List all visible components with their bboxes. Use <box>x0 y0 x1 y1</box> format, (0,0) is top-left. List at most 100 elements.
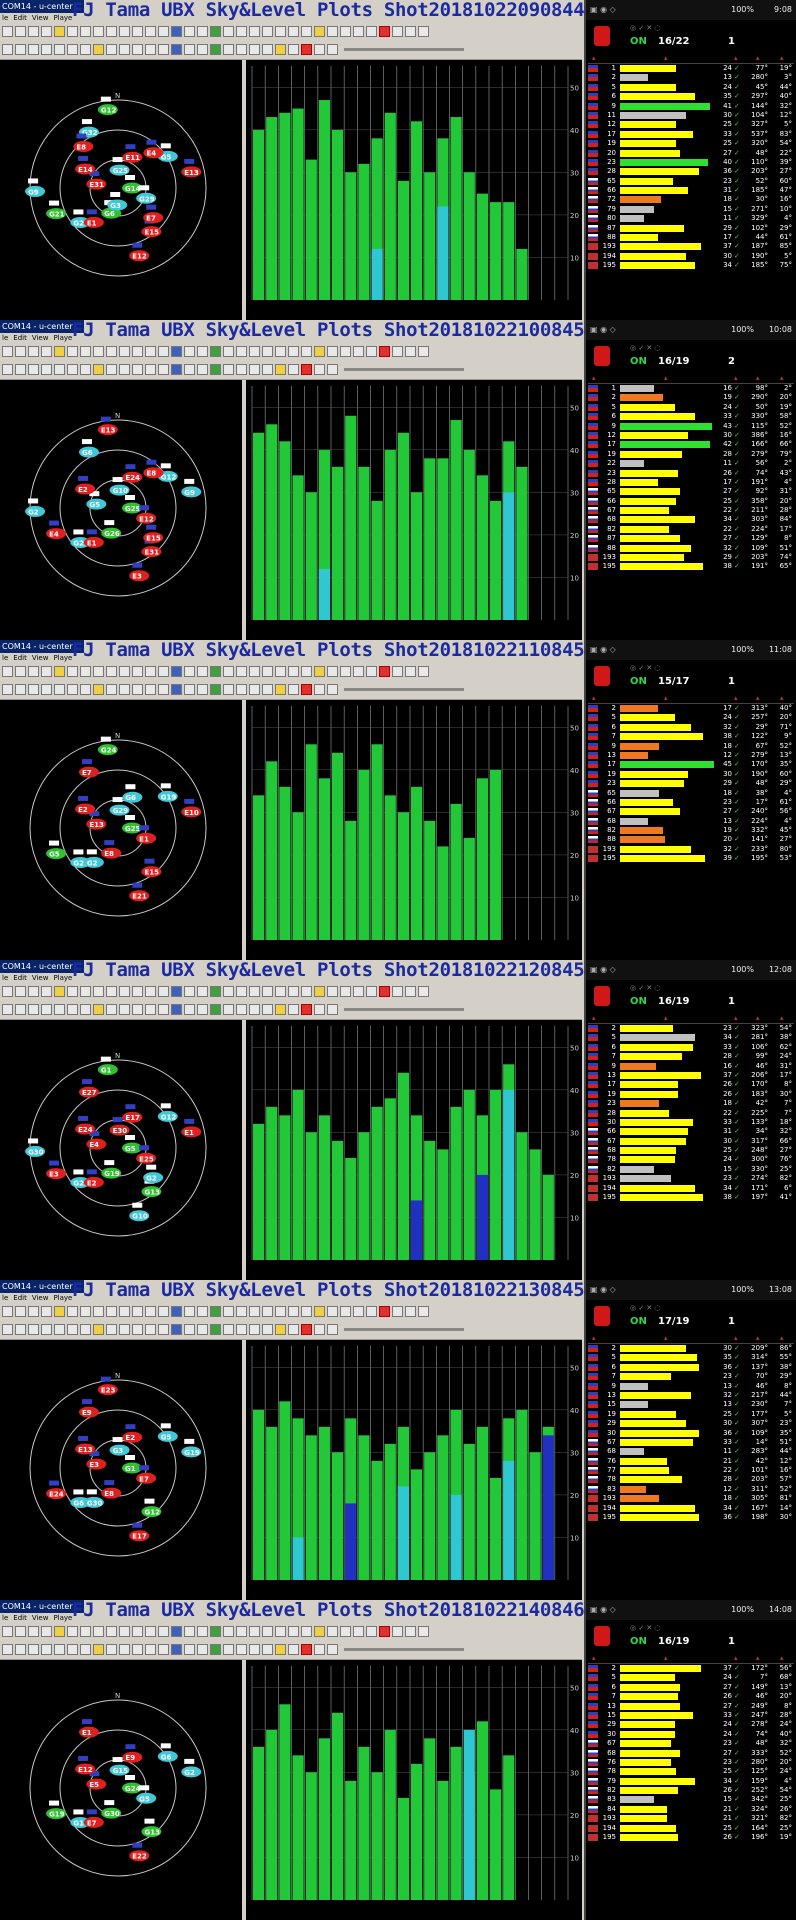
menu-item[interactable]: Edit <box>13 1294 27 1302</box>
toolbar-button[interactable] <box>314 666 325 677</box>
satellite-marker[interactable]: E1 <box>83 209 104 228</box>
toolbar-button[interactable] <box>132 1626 143 1637</box>
menu-item[interactable]: Playe <box>53 1294 72 1302</box>
toolbar-button[interactable] <box>15 1644 26 1655</box>
toolbar-button[interactable] <box>340 1626 351 1637</box>
toolbar-button[interactable] <box>80 26 91 37</box>
toolbar-button[interactable] <box>28 1004 39 1015</box>
toolbar-button[interactable] <box>327 1644 338 1655</box>
toolbar-button[interactable] <box>184 1644 195 1655</box>
toolbar-button[interactable] <box>392 986 403 997</box>
satellite-row[interactable]: 19 25 ✓ 177° 5° <box>588 1410 794 1419</box>
toolbar-button[interactable] <box>132 1644 143 1655</box>
satellite-marker[interactable]: G10 <box>129 1202 150 1222</box>
satellite-marker[interactable]: E17 <box>129 1522 150 1542</box>
satellite-marker[interactable]: G21 <box>46 200 67 220</box>
toolbar-button[interactable] <box>171 684 182 695</box>
toolbar-button[interactable] <box>106 1644 117 1655</box>
toolbar-button[interactable] <box>2 684 13 695</box>
toolbar-button[interactable] <box>54 684 65 695</box>
toolbar-button[interactable] <box>314 684 325 695</box>
toolbar-button[interactable] <box>275 346 286 357</box>
satellite-marker[interactable]: G9 <box>25 178 46 197</box>
toolbar-button[interactable] <box>145 1306 156 1317</box>
toolbar-button[interactable] <box>236 1626 247 1637</box>
satellite-row[interactable]: 194 34 ✓ 171° 6° <box>588 1184 794 1193</box>
satellite-row[interactable]: 84 21 ✓ 324° 26° <box>588 1805 794 1814</box>
satellite-marker[interactable]: E13 <box>86 811 107 830</box>
satellite-marker[interactable]: G12 <box>141 1498 162 1518</box>
toolbar-button[interactable] <box>119 26 130 37</box>
menu-item[interactable]: Playe <box>53 334 72 342</box>
satellite-marker[interactable]: G29 <box>122 495 142 514</box>
toolbar-button[interactable] <box>119 666 130 677</box>
toolbar-button[interactable] <box>210 1306 221 1317</box>
satellite-row[interactable]: 195 38 ✓ 197° 41° <box>588 1193 794 1202</box>
toolbar-button[interactable] <box>249 1626 260 1637</box>
toolbar-button[interactable] <box>41 666 52 677</box>
satellite-row[interactable]: 12 25 ✓ 327° 5° <box>588 120 794 129</box>
satellite-row[interactable]: 9 13 ✓ 46° 8° <box>588 1382 794 1391</box>
toolbar-button[interactable] <box>197 364 208 375</box>
toolbar-button[interactable] <box>288 666 299 677</box>
satellite-row[interactable]: 88 32 ✓ 109° 51° <box>588 544 794 553</box>
satellite-marker[interactable]: E7 <box>83 1809 104 1828</box>
toolbar-button[interactable] <box>119 1324 130 1335</box>
toolbar-button[interactable] <box>119 346 130 357</box>
toolbar-button[interactable] <box>145 1626 156 1637</box>
toolbar-button[interactable] <box>54 346 65 357</box>
toolbar-button[interactable] <box>2 1004 13 1015</box>
toolbar-button[interactable] <box>210 1004 221 1015</box>
toolbar-button[interactable] <box>379 1306 390 1317</box>
playback-slider[interactable] <box>344 48 464 51</box>
toolbar-button[interactable] <box>80 666 91 677</box>
toolbar-button[interactable] <box>106 26 117 37</box>
toolbar-button[interactable] <box>28 26 39 37</box>
toolbar-button[interactable] <box>392 666 403 677</box>
toolbar-button[interactable] <box>41 26 52 37</box>
toolbar-button[interactable] <box>210 1644 221 1655</box>
toolbar-button[interactable] <box>28 1626 39 1637</box>
satellite-row[interactable]: 68 25 ✓ 248° 27° <box>588 1146 794 1155</box>
toolbar-button[interactable] <box>158 26 169 37</box>
toolbar-button[interactable] <box>158 1324 169 1335</box>
satellite-marker[interactable]: G26 <box>101 520 122 539</box>
satellite-row[interactable]: 23 18 ✓ 42° 7° <box>588 1099 794 1108</box>
toolbar-button[interactable] <box>145 986 156 997</box>
toolbar-button[interactable] <box>28 986 39 997</box>
toolbar-button[interactable] <box>223 364 234 375</box>
satellite-row[interactable]: 17 42 ✓ 166° 66° <box>588 440 794 449</box>
toolbar-button[interactable] <box>2 364 13 375</box>
toolbar-button[interactable] <box>184 26 195 37</box>
toolbar-button[interactable] <box>2 666 13 677</box>
toolbar-button[interactable] <box>41 364 52 375</box>
satellite-row[interactable]: 65 18 ✓ 38° 4° <box>588 789 794 798</box>
satellite-marker[interactable]: E12 <box>129 242 150 262</box>
satellite-marker[interactable]: G5 <box>86 491 107 510</box>
toolbar-button[interactable] <box>2 346 13 357</box>
satellite-row[interactable]: 28 22 ✓ 225° 7° <box>588 1109 794 1118</box>
toolbar-button[interactable] <box>262 986 273 997</box>
toolbar-button[interactable] <box>132 346 143 357</box>
satellite-row[interactable]: 67 30 ✓ 317° 66° <box>588 1137 794 1146</box>
toolbar-button[interactable] <box>145 26 156 37</box>
satellite-marker[interactable]: G2 <box>83 849 104 868</box>
satellite-marker[interactable]: G19 <box>46 1800 67 1820</box>
toolbar-button[interactable] <box>301 1626 312 1637</box>
toolbar-button[interactable] <box>314 986 325 997</box>
satellite-row[interactable]: 2 17 ✓ 313° 40° <box>588 704 794 713</box>
toolbar-button[interactable] <box>54 44 65 55</box>
toolbar-button[interactable] <box>132 684 143 695</box>
toolbar-button[interactable] <box>106 684 117 695</box>
satellite-marker[interactable]: G12 <box>157 1103 178 1122</box>
satellite-marker[interactable]: G2 <box>143 1164 164 1184</box>
toolbar-button[interactable] <box>301 346 312 357</box>
toolbar-button[interactable] <box>288 346 299 357</box>
toolbar-button[interactable] <box>132 1004 143 1015</box>
toolbar-button[interactable] <box>262 364 273 375</box>
toolbar-button[interactable] <box>262 1644 273 1655</box>
satellite-marker[interactable]: E2 <box>75 795 96 815</box>
toolbar-button[interactable] <box>93 1626 104 1637</box>
toolbar-button[interactable] <box>106 1324 117 1335</box>
toolbar-button[interactable] <box>366 346 377 357</box>
